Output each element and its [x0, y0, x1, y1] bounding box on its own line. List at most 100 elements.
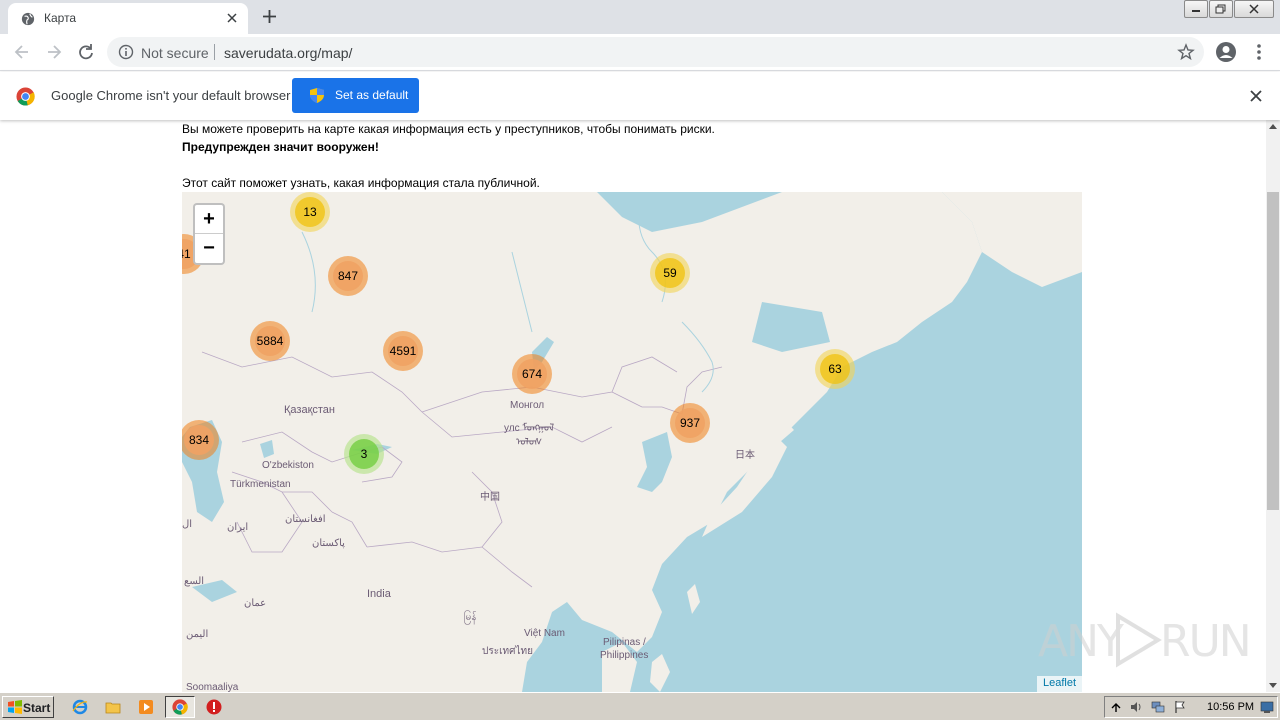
- browser-tab[interactable]: Карта: [8, 3, 248, 34]
- marker-cluster[interactable]: 59: [650, 253, 690, 293]
- scroll-down-arrow-icon[interactable]: [1269, 683, 1277, 688]
- default-browser-infobar: Google Chrome isn't your default browser…: [0, 72, 1280, 120]
- map-label-iraq: ال: [182, 519, 193, 530]
- map-label-pakistan: پاکستان: [312, 538, 345, 549]
- map-label-india: India: [367, 588, 391, 600]
- map-label-mongolia: Монгол: [510, 400, 545, 411]
- cluster-count: 63: [820, 354, 850, 384]
- cluster-count: 4591: [388, 336, 418, 366]
- page-scrollbar[interactable]: [1266, 120, 1280, 692]
- leaflet-map[interactable]: Қазақстан Монгол улс ᠮᠤᠩᠭᠤᠯ ᠤᠯᠤᠰ O'zbeki…: [182, 192, 1082, 692]
- map-label-oman: عمان: [244, 598, 267, 609]
- info-icon[interactable]: [118, 44, 134, 60]
- menu-kebab-icon[interactable]: [1252, 43, 1266, 61]
- show-desktop-icon[interactable]: [1260, 700, 1274, 714]
- watermark-any-text: ANY: [1038, 616, 1124, 667]
- uac-shield-icon: [310, 88, 324, 103]
- close-infobar-icon[interactable]: [1248, 88, 1264, 104]
- map-label-uzbekistan: O'zbekiston: [262, 460, 314, 471]
- map-label-kazakhstan: Қазақстан: [284, 404, 335, 416]
- map-label-thailand: ประเทศไทย: [482, 646, 533, 657]
- stop-sign-icon[interactable]: [206, 699, 222, 715]
- folder-icon[interactable]: [105, 699, 121, 715]
- map-basemap: [182, 192, 1082, 692]
- cluster-count: 3: [349, 439, 379, 469]
- marker-cluster[interactable]: 847: [328, 256, 368, 296]
- profile-avatar-icon[interactable]: [1215, 41, 1237, 63]
- zoom-out-button[interactable]: −: [195, 234, 223, 263]
- scrollbar-thumb[interactable]: [1267, 192, 1279, 510]
- leaflet-attribution-link[interactable]: Leaflet: [1036, 676, 1082, 692]
- restore-icon: [1215, 4, 1226, 14]
- close-icon: [1249, 4, 1259, 14]
- system-tray: 10:56 PM: [1104, 696, 1278, 718]
- marker-cluster[interactable]: 674: [512, 354, 552, 394]
- map-label-vietnam: Việt Nam: [524, 628, 565, 639]
- minimize-icon: [1192, 10, 1200, 12]
- map-label-iran: ایران: [227, 522, 249, 533]
- windows-taskbar: Start 10:56 PM: [0, 692, 1280, 720]
- map-label-yemen: اليمن: [186, 629, 209, 640]
- address-bar[interactable]: Not secure saverudata.org/map/: [107, 37, 1204, 67]
- globe-icon: [21, 12, 35, 26]
- close-window-button[interactable]: [1234, 0, 1274, 18]
- chrome-logo-icon: [16, 87, 35, 106]
- map-label-saudi: السع: [184, 576, 205, 587]
- scroll-up-arrow-icon[interactable]: [1269, 124, 1277, 129]
- browser-toolbar: Not secure saverudata.org/map/: [0, 34, 1280, 71]
- page-content: Вы можете проверить на карте какая инфор…: [0, 120, 1266, 692]
- marker-cluster[interactable]: 63: [815, 349, 855, 389]
- map-label-philippines-2: Philippines: [600, 650, 649, 661]
- internet-explorer-icon[interactable]: [72, 699, 88, 715]
- cluster-count: 674: [517, 359, 547, 389]
- marker-cluster[interactable]: 13: [290, 192, 330, 232]
- map-label-mongolia-3: ᠤᠯᠤᠰ: [516, 437, 543, 448]
- zoom-control: + −: [193, 203, 225, 265]
- infobar-message: Google Chrome isn't your default browser: [51, 88, 291, 103]
- cluster-count: 834: [184, 425, 214, 455]
- url-text[interactable]: saverudata.org/map/: [224, 45, 352, 61]
- marker-cluster[interactable]: 937: [670, 403, 710, 443]
- cluster-count: 937: [675, 408, 705, 438]
- marker-cluster[interactable]: 4591: [383, 331, 423, 371]
- set-as-default-button[interactable]: Set as default: [292, 78, 419, 113]
- forward-arrow-icon[interactable]: [44, 42, 64, 62]
- action-center-flag-icon[interactable]: [1173, 700, 1187, 714]
- map-label-china: 中国: [480, 492, 500, 503]
- marker-cluster[interactable]: 3: [344, 434, 384, 474]
- security-label[interactable]: Not secure: [141, 45, 209, 61]
- description-paragraph: Этот сайт поможет узнать, какая информац…: [182, 176, 540, 190]
- map-label-philippines: Pilipinas /: [603, 637, 646, 648]
- back-arrow-icon[interactable]: [12, 42, 32, 62]
- warning-paragraph: Предупрежден значит вооружен!: [182, 140, 379, 154]
- cluster-count: 59: [655, 258, 685, 288]
- new-tab-icon[interactable]: [261, 8, 278, 25]
- close-tab-icon[interactable]: [224, 10, 240, 26]
- marker-cluster[interactable]: 5884: [250, 321, 290, 361]
- set-as-default-label: Set as default: [335, 88, 409, 102]
- zoom-in-button[interactable]: +: [195, 205, 223, 234]
- taskbar-chrome-button[interactable]: [165, 696, 195, 718]
- media-player-icon[interactable]: [138, 699, 154, 715]
- start-label: Start: [23, 701, 51, 715]
- taskbar-clock[interactable]: 10:56 PM: [1207, 701, 1254, 713]
- map-label-turkmenistan: Türkmenistan: [230, 479, 291, 490]
- minimize-window-button[interactable]: [1184, 0, 1208, 18]
- chrome-icon: [172, 699, 188, 715]
- watermark-run-text: RUN: [1160, 616, 1252, 667]
- tray-expand-arrow-icon[interactable]: [1109, 700, 1123, 714]
- cluster-count: 847: [333, 261, 363, 291]
- restore-window-button[interactable]: [1209, 0, 1233, 18]
- map-label-japan: 日本: [735, 450, 755, 461]
- cluster-count: 13: [295, 197, 325, 227]
- intro-paragraph: Вы можете проверить на карте какая инфор…: [182, 122, 715, 136]
- bookmark-star-icon[interactable]: [1177, 43, 1195, 61]
- play-logo-icon: [1116, 612, 1162, 668]
- reload-icon[interactable]: [76, 42, 96, 62]
- network-icon[interactable]: [1151, 700, 1165, 714]
- start-button[interactable]: Start: [2, 696, 54, 718]
- volume-icon[interactable]: [1129, 700, 1143, 714]
- tab-title: Карта: [44, 11, 77, 25]
- cluster-count: 5884: [255, 326, 285, 356]
- windows-flag-icon: [8, 700, 22, 714]
